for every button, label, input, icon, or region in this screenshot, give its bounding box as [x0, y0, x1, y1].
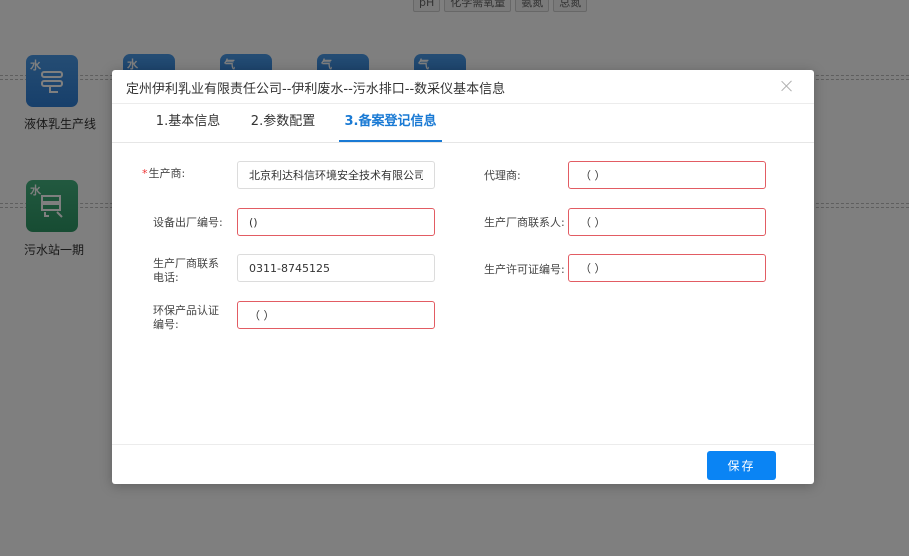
manufacturer-contact-label: 生产厂商联系人: [484, 216, 565, 229]
manufacturer-phone-input[interactable] [237, 254, 435, 282]
required-star: * [142, 167, 148, 180]
device-factory-no-input[interactable] [237, 208, 435, 236]
manufacturer-phone-label: 生产厂商联系电话: [153, 257, 219, 284]
agent-label: 代理商: [484, 169, 521, 182]
eco-cert-no-input[interactable] [237, 301, 435, 329]
manufacturer-label-text: 生产商: [148, 167, 186, 180]
manufacturer-label: *生产商: [142, 167, 222, 181]
modal-header: 定州伊利乳业有限责任公司--伊利废水--污水排口--数采仪基本信息 [112, 70, 814, 104]
tab-basic-info[interactable]: 1.基本信息 [155, 103, 221, 141]
tab-bar: 1.基本信息 2.参数配置 3.备案登记信息 [112, 103, 814, 143]
license-no-label: 生产许可证编号: [484, 263, 565, 276]
save-button[interactable]: 保存 [707, 451, 776, 480]
manufacturer-input[interactable] [237, 161, 435, 189]
close-icon[interactable] [780, 79, 794, 93]
modal-footer: 保存 [112, 444, 814, 485]
license-no-input[interactable] [568, 254, 766, 282]
tab-param-config[interactable]: 2.参数配置 [250, 103, 316, 141]
agent-input[interactable] [568, 161, 766, 189]
eco-cert-no-label: 环保产品认证编号: [153, 304, 219, 331]
modal-title: 定州伊利乳业有限责任公司--伊利废水--污水排口--数采仪基本信息 [126, 82, 506, 97]
device-factory-no-label: 设备出厂编号: [153, 216, 223, 229]
tab-registration-info[interactable]: 3.备案登记信息 [339, 103, 442, 142]
info-modal: 定州伊利乳业有限责任公司--伊利废水--污水排口--数采仪基本信息 1.基本信息… [112, 70, 814, 484]
manufacturer-contact-input[interactable] [568, 208, 766, 236]
